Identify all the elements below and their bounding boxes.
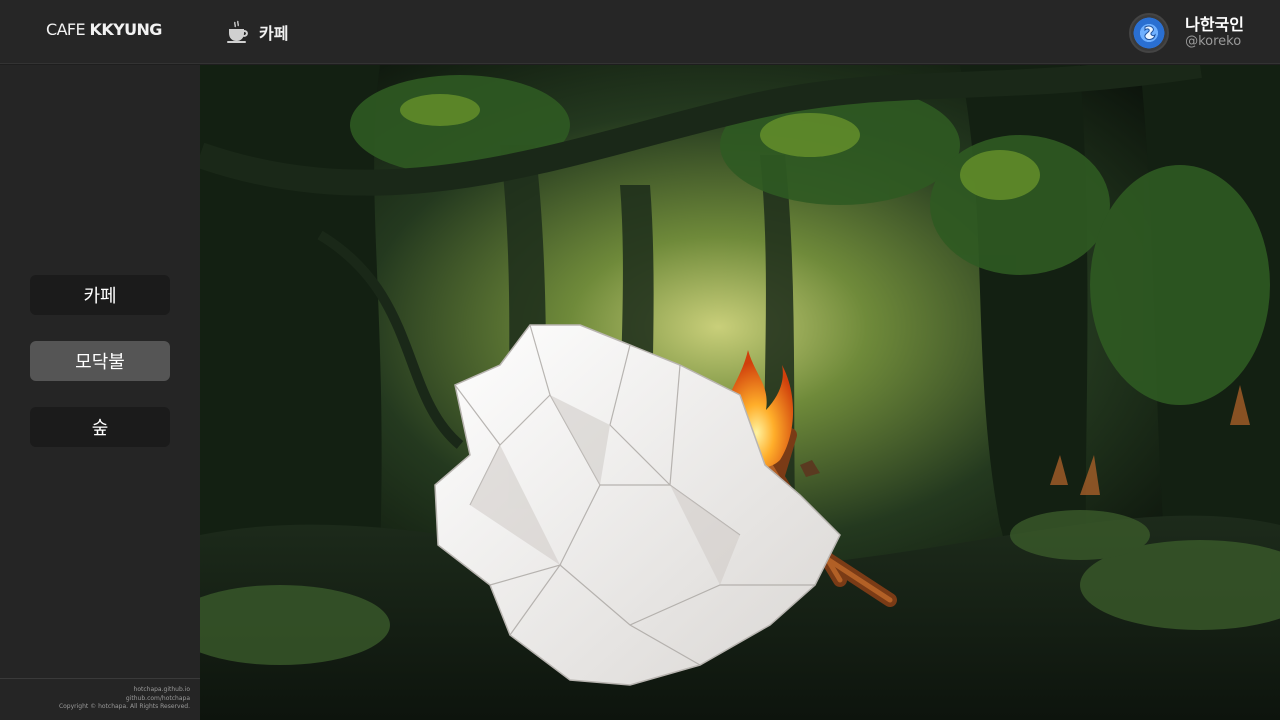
top-bar: CAFE KKYUNG 카페 나한국인 @koreko (0, 0, 1280, 64)
footer: hotchapa.github.io github.com/hotchapa C… (0, 678, 200, 720)
user-profile[interactable]: 나한국인 @koreko (1129, 13, 1244, 53)
avatar[interactable] (1129, 13, 1170, 53)
breadcrumb: 카페 (226, 19, 288, 45)
coffee-cup-icon (227, 20, 248, 43)
footer-site-link[interactable]: hotchapa.github.io (0, 686, 190, 695)
sidebar-item-campfire[interactable]: 모닥불 (30, 341, 170, 381)
profile-info: 나한국인 @koreko (1185, 15, 1244, 49)
sidebar: 카페 모닥불 숲 hotchapa.github.io github.com/h… (0, 65, 200, 720)
brand-logo[interactable]: CAFE KKYUNG (46, 20, 162, 39)
breadcrumb-label: 카페 (259, 24, 289, 43)
profile-handle: @koreko (1185, 33, 1242, 49)
footer-github-link[interactable]: github.com/hotchapa (0, 695, 190, 704)
brand-part1: CAFE (46, 20, 90, 39)
sidebar-item-cafe[interactable]: 카페 (30, 275, 170, 315)
forest-background (200, 65, 1280, 720)
dragon-avatar-icon (1144, 25, 1156, 40)
brand-part2: KKYUNG (89, 20, 163, 39)
footer-copyright: Copyright © hotchapa. All Rights Reserve… (58, 703, 190, 710)
forest-scene (200, 65, 1280, 720)
profile-name: 나한국인 (1185, 15, 1244, 35)
sidebar-item-forest[interactable]: 숲 (30, 407, 170, 447)
